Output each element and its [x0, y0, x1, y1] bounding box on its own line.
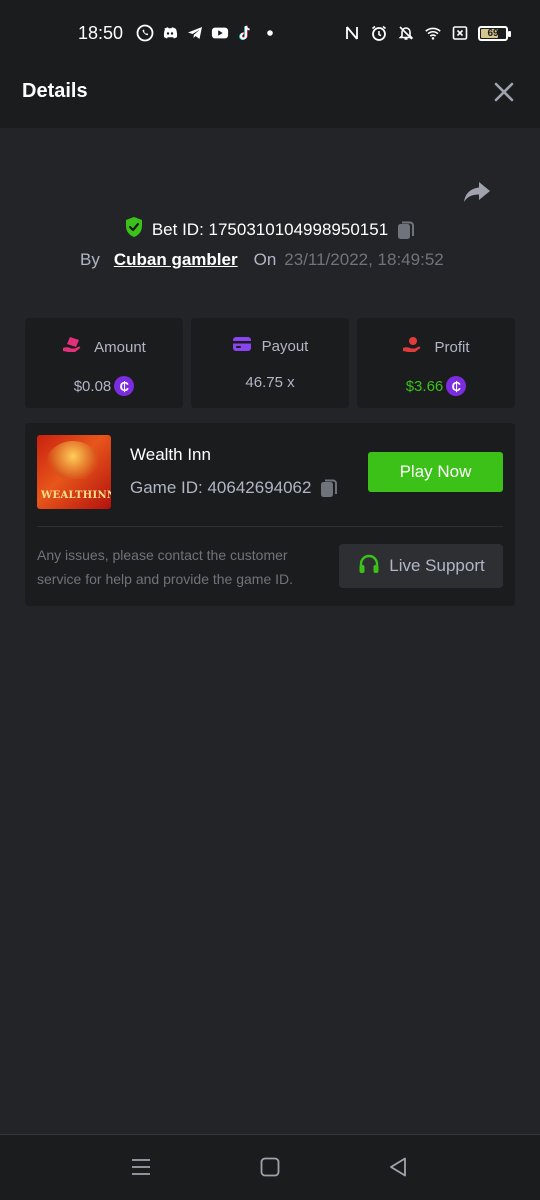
payout-label: Payout — [261, 337, 309, 355]
wifi-icon — [424, 24, 442, 42]
amount-header: Amount — [62, 336, 146, 358]
amount-value-row: $0.08 ₵ — [74, 376, 135, 396]
profit-value: $3.66 — [405, 377, 444, 395]
payout-header: Payout — [232, 336, 309, 356]
system-nav-bar — [0, 1134, 540, 1200]
nfc-icon — [343, 24, 361, 42]
amount-stat: Amount $0.08 ₵ — [25, 318, 183, 408]
game-id-row: Game ID: 40642694062 — [130, 477, 339, 499]
username-link[interactable]: Cuban gambler — [114, 250, 238, 270]
home-icon[interactable] — [258, 1155, 282, 1179]
support-message: Any issues, please contact the customer … — [37, 547, 294, 587]
amount-value: $0.08 — [73, 377, 112, 395]
status-time: 18:50 — [78, 23, 124, 43]
thumbnail-logo-text: WEALTHINN — [41, 490, 111, 501]
bet-id: Bet ID: 1750310104998950151 — [151, 219, 389, 239]
page-title: Details — [22, 80, 88, 102]
payout-value-row: 46.75 x — [245, 374, 294, 391]
bet-id-row: Bet ID: 1750310104998950151 — [0, 216, 540, 243]
profit-header: Profit — [402, 336, 470, 358]
bet-date: 23/11/2022, 18:49:52 — [284, 250, 444, 269]
close-box-icon — [451, 24, 469, 42]
game-name: Wealth Inn — [130, 445, 211, 464]
headset-icon — [357, 552, 381, 581]
play-now-button[interactable]: Play Now — [368, 452, 503, 492]
tiktok-icon — [236, 24, 254, 42]
bet-meta-row: By Cuban gambler On 23/11/2022, 18:49:52 — [80, 250, 444, 270]
details-header: Details — [0, 56, 540, 128]
copy-icon[interactable] — [396, 219, 416, 241]
profit-label: Profit — [434, 338, 470, 356]
thumbnail-art — [43, 441, 103, 479]
share-icon[interactable] — [462, 178, 492, 206]
close-icon[interactable] — [492, 80, 516, 104]
battery-level: 69 — [487, 27, 499, 39]
game-id: Game ID: 40642694062 — [130, 478, 312, 497]
profit-stat: Profit $3.66 ₵ — [357, 318, 515, 408]
on-label: On — [253, 250, 277, 269]
hand-money-icon — [62, 336, 84, 358]
telegram-icon — [186, 24, 204, 42]
by-label: By — [80, 250, 100, 269]
shield-check-icon — [124, 216, 144, 243]
battery-icon: 69 — [478, 25, 511, 41]
whatsapp-icon — [136, 24, 154, 42]
menu-icon[interactable] — [129, 1155, 153, 1179]
live-support-button[interactable]: Live Support — [339, 544, 503, 588]
coin-icon: ₵ — [114, 376, 135, 396]
profit-hand-icon — [402, 336, 424, 358]
coin-icon: ₵ — [446, 376, 467, 396]
discord-icon — [161, 24, 179, 42]
dot-icon — [261, 24, 279, 42]
game-thumbnail[interactable]: WEALTHINN — [37, 435, 111, 509]
bet-stats: Amount $0.08 ₵ Payout 46.75 x Profit $3.… — [25, 318, 515, 408]
divider — [37, 526, 503, 527]
copy-icon[interactable] — [319, 477, 339, 499]
game-card: WEALTHINN Wealth Inn Game ID: 4064269406… — [25, 423, 515, 606]
notification-icons — [136, 24, 279, 42]
payout-stat: Payout 46.75 x — [191, 318, 349, 408]
live-support-label: Live Support — [389, 556, 485, 575]
status-bar: 18:50 69 — [0, 0, 540, 56]
profit-value-row: $3.66 ₵ — [406, 376, 467, 396]
system-icons: 69 — [343, 24, 511, 42]
wallet-card-icon — [232, 336, 252, 356]
alarm-icon — [370, 24, 388, 42]
back-icon[interactable] — [386, 1155, 410, 1179]
payout-value: 46.75 x — [245, 374, 295, 391]
youtube-icon — [211, 24, 229, 42]
amount-label: Amount — [94, 338, 146, 356]
mute-icon — [397, 24, 415, 42]
